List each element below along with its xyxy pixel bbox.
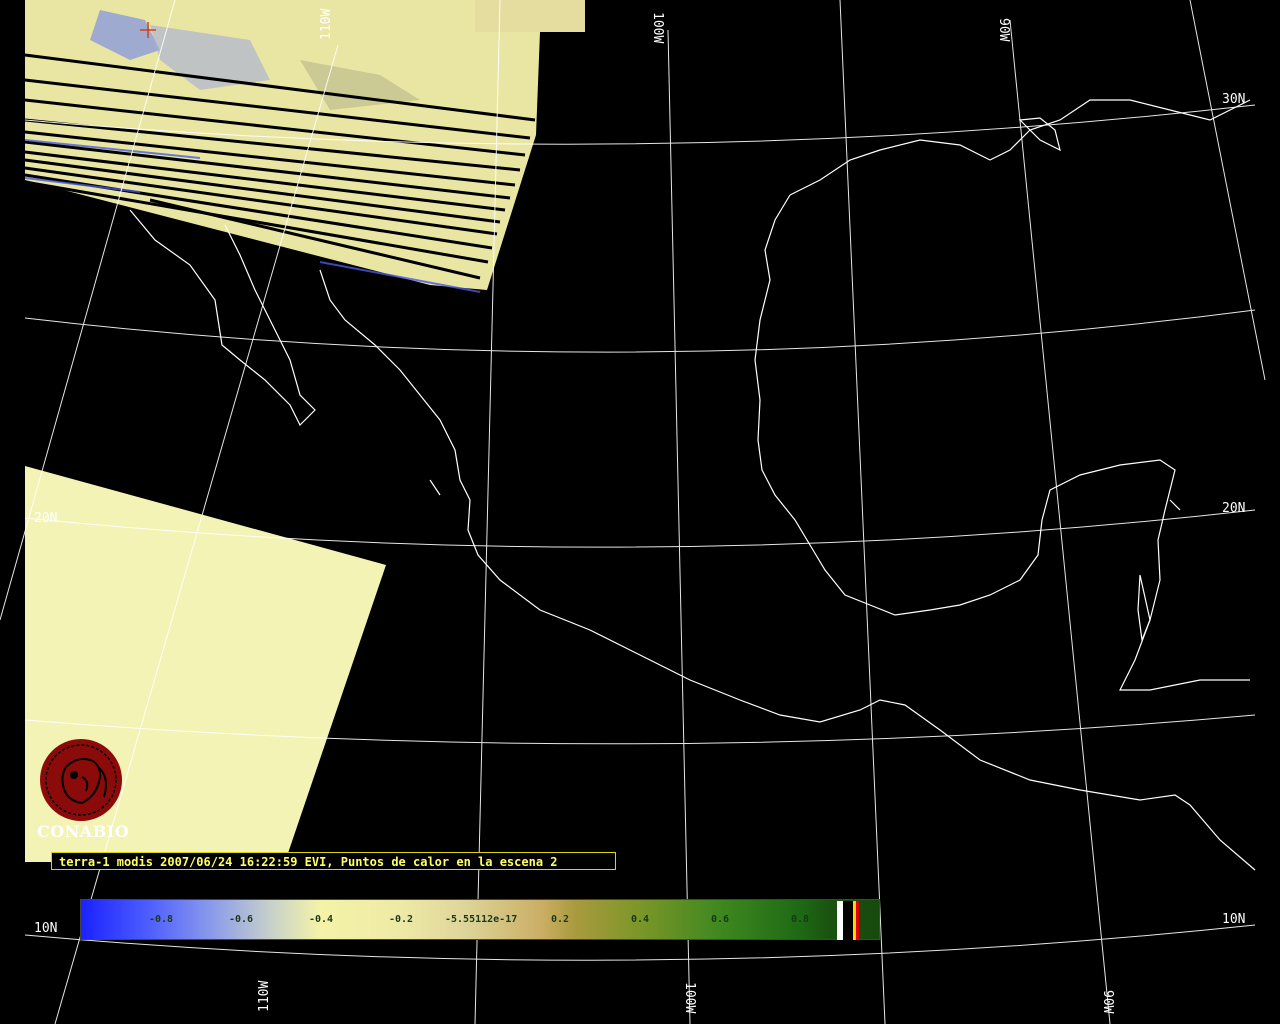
lon-label-90w-top: 90W xyxy=(996,18,1011,42)
colorbar-tick: 0.4 xyxy=(631,914,650,925)
colorbar-tick: 0.8 xyxy=(791,914,810,925)
conabio-logo-text: CONABIO xyxy=(37,822,130,841)
lon-label-100w-bottom: 100W xyxy=(682,982,697,1013)
conabio-logo-icon xyxy=(40,739,122,821)
lon-label-90w-bottom: 90W xyxy=(1100,990,1115,1014)
map-canvas: 110W 100W 90W 110W 100W 90W 30N 20N 20N … xyxy=(0,0,1280,1024)
lon-label-100w-top: 100W xyxy=(650,12,665,43)
colorbar-tick: 0.2 xyxy=(551,914,570,925)
scene-caption: terra-1 modis 2007/06/24 16:22:59 EVI, P… xyxy=(51,852,616,870)
lon-label-110w-top: 110W xyxy=(319,9,334,40)
colorbar-tick: -5.55112e-17 xyxy=(445,914,518,925)
colorbar-swatch-red xyxy=(856,901,859,940)
lat-label-10n-right: 10N xyxy=(1222,912,1245,927)
colorbar-swatch-black xyxy=(843,901,853,940)
lat-label-10n-left: 10N xyxy=(34,921,57,936)
lat-label-20n-right: 20N xyxy=(1222,501,1245,516)
lat-label-20n-left: 20N xyxy=(34,511,57,526)
lon-label-110w-bottom: 110W xyxy=(257,981,272,1012)
evi-colorbar: -0.8 -0.6 -0.4 -0.2 -5.55112e-17 0.2 0.4… xyxy=(80,899,880,940)
colorbar-tick: -0.2 xyxy=(389,914,414,925)
colorbar-tick: -0.8 xyxy=(149,914,174,925)
lat-label-30n: 30N xyxy=(1222,92,1245,107)
colorbar-tick: 0.6 xyxy=(711,914,730,925)
colorbar-tick: -0.4 xyxy=(309,914,334,925)
colorbar-tick: -0.6 xyxy=(229,914,254,925)
